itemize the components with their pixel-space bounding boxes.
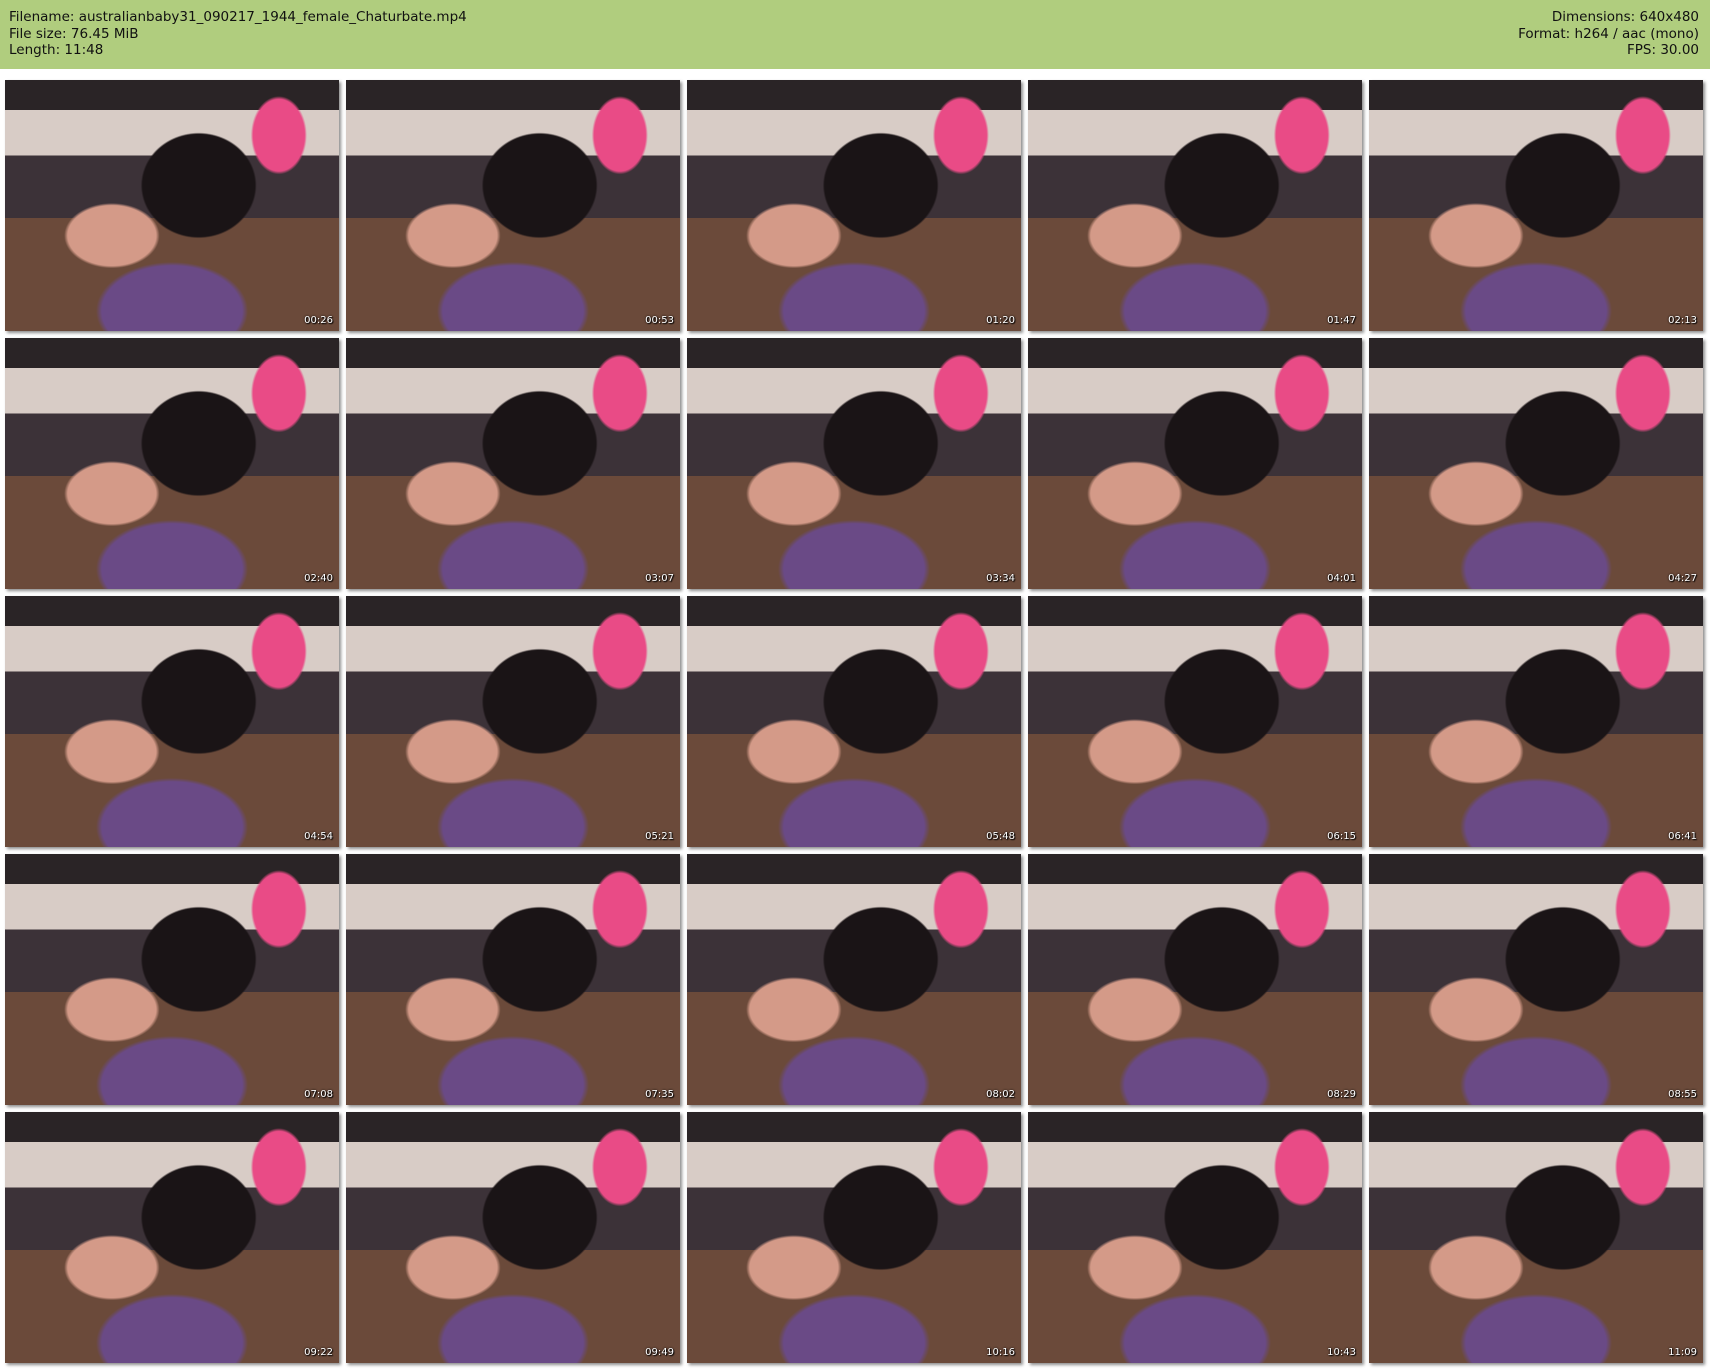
timestamp: 08:02 — [986, 1089, 1015, 1100]
timestamp: 08:29 — [1327, 1089, 1356, 1100]
video-thumbnail[interactable]: 07:35 — [346, 854, 680, 1105]
filename: Filename: australianbaby31_090217_1944_f… — [9, 9, 467, 25]
video-thumbnail[interactable]: 03:34 — [687, 338, 1021, 589]
video-thumbnail[interactable]: 08:02 — [687, 854, 1021, 1105]
video-thumbnail[interactable]: 04:54 — [5, 596, 339, 847]
video-thumbnail[interactable]: 04:01 — [1028, 338, 1362, 589]
timestamp: 00:26 — [304, 315, 333, 326]
file-size: File size: 76.45 MiB — [9, 25, 139, 42]
timestamp: 07:35 — [645, 1089, 674, 1100]
video-thumbnail[interactable]: 01:20 — [687, 80, 1021, 331]
timestamp: 06:15 — [1327, 831, 1356, 842]
video-thumbnail[interactable]: 08:29 — [1028, 854, 1362, 1105]
video-thumbnail[interactable]: 09:49 — [346, 1112, 680, 1363]
video-thumbnail[interactable]: 05:48 — [687, 596, 1021, 847]
length: Length: 11:48 — [9, 42, 104, 58]
timestamp: 02:40 — [304, 573, 333, 584]
timestamp: 05:21 — [645, 831, 674, 842]
timestamp: 10:43 — [1327, 1347, 1356, 1358]
timestamp: 07:08 — [304, 1089, 333, 1100]
video-thumbnail[interactable]: 00:53 — [346, 80, 680, 331]
file-info-left: Filename: australianbaby31_090217_1944_f… — [9, 9, 467, 59]
thumbnail-grid: 00:26 00:53 01:20 01:47 02:13 02:40 03:07 03:34… — [5, 80, 1703, 1363]
video-thumbnail[interactable]: 02:40 — [5, 338, 339, 589]
video-thumbnail[interactable]: 05:21 — [346, 596, 680, 847]
video-thumbnail[interactable]: 06:15 — [1028, 596, 1362, 847]
timestamp: 04:54 — [304, 831, 333, 842]
video-thumbnail[interactable]: 10:43 — [1028, 1112, 1362, 1363]
video-thumbnail[interactable]: 00:26 — [5, 80, 339, 331]
video-thumbnail[interactable]: 01:47 — [1028, 80, 1362, 331]
video-thumbnail[interactable]: 04:27 — [1369, 338, 1703, 589]
timestamp: 01:47 — [1327, 315, 1356, 326]
video-thumbnail[interactable]: 07:08 — [5, 854, 339, 1105]
info-header: Filename: australianbaby31_090217_1944_f… — [0, 0, 1710, 69]
format: Format: h264 / aac (mono) — [1518, 25, 1699, 42]
video-thumbnail[interactable]: 09:22 — [5, 1112, 339, 1363]
timestamp: 10:16 — [986, 1347, 1015, 1358]
video-thumbnail[interactable]: 08:55 — [1369, 854, 1703, 1105]
video-thumbnail[interactable]: 02:13 — [1369, 80, 1703, 331]
timestamp: 04:27 — [1668, 573, 1697, 584]
fps: FPS: 30.00 — [1627, 42, 1699, 58]
timestamp: 00:53 — [645, 315, 674, 326]
timestamp: 08:55 — [1668, 1089, 1697, 1100]
video-thumbnail[interactable]: 10:16 — [687, 1112, 1021, 1363]
timestamp: 11:09 — [1668, 1347, 1697, 1358]
timestamp: 01:20 — [986, 315, 1015, 326]
timestamp: 06:41 — [1668, 831, 1697, 842]
timestamp: 02:13 — [1668, 315, 1697, 326]
timestamp: 03:34 — [986, 573, 1015, 584]
video-thumbnail[interactable]: 11:09 — [1369, 1112, 1703, 1363]
video-thumbnail[interactable]: 03:07 — [346, 338, 680, 589]
timestamp: 05:48 — [986, 831, 1015, 842]
timestamp: 03:07 — [645, 573, 674, 584]
timestamp: 09:22 — [304, 1347, 333, 1358]
file-info-right: Dimensions: 640x480 Format: h264 / aac (… — [1518, 9, 1699, 59]
timestamp: 04:01 — [1327, 573, 1356, 584]
timestamp: 09:49 — [645, 1347, 674, 1358]
video-thumbnail[interactable]: 06:41 — [1369, 596, 1703, 847]
dimensions: Dimensions: 640x480 — [1551, 9, 1699, 25]
